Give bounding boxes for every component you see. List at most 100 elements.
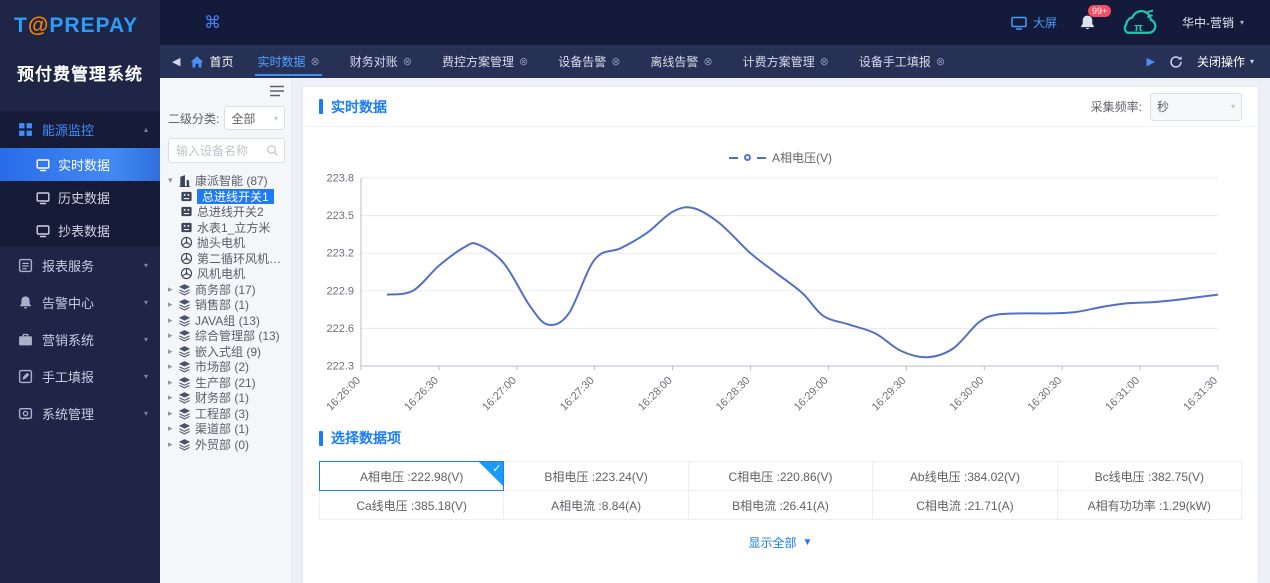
tree-caret-right-icon[interactable]: ▸ [168,315,178,326]
tab-close-icon[interactable]: ⊗ [519,55,528,68]
sidebar-item-5[interactable]: 系统管理▾ [0,395,160,432]
collapse-list-icon[interactable] [269,85,285,97]
sidebar-item-1[interactable]: 报表服务▾ [0,247,160,284]
data-item-cell[interactable]: A相有功功率 :1.29(kW) [1057,490,1242,520]
tree-caret-right-icon[interactable]: ▸ [168,408,178,419]
tab-close-icon[interactable]: ⊗ [936,55,945,68]
tab-close-icon[interactable]: ⊗ [611,55,620,68]
tree-caret-right-icon[interactable]: ▸ [168,284,178,295]
tab-6[interactable]: 设备手工填报 ⊗ [859,45,945,78]
tree-node-6[interactable]: 风机电机 [168,266,285,282]
command-icon[interactable]: ⌘ [204,13,221,33]
meter-icon [180,205,193,218]
tree-node-label: 风机电机 [197,266,245,282]
tabbar-right: ▶ 关闭操作 ▾ [1147,53,1270,70]
chevron-down-icon: ▾ [144,335,148,344]
chevron-down-icon: ▾ [274,114,278,123]
tree-node-4[interactable]: 抛头电机 [168,235,285,251]
tree-caret-right-icon[interactable]: ▸ [168,377,178,388]
sidebar-subitem-0[interactable]: 实时数据 [0,148,160,181]
data-item-cell[interactable]: Ca线电压 :385.18(V) [319,490,504,520]
data-item-cell[interactable]: B相电流 :26.41(A) [688,490,873,520]
tab-close-icon[interactable]: ⊗ [703,55,712,68]
tree-node-5[interactable]: 第二循环风机电机 [168,251,285,267]
chevron-down-icon: ▾ [144,261,148,270]
tree-node-1[interactable]: 总进线开关1 [168,189,285,205]
tab-5[interactable]: 计费方案管理⊗ [743,45,829,78]
category-filter-select[interactable]: 全部 ▾ [224,106,285,130]
tab-1[interactable]: 财务对账⊗ [350,45,412,78]
data-item-cell[interactable]: C相电流 :21.71(A) [872,490,1057,520]
sidebar-subitem-1[interactable]: 历史数据 [0,181,160,214]
tree-node-2[interactable]: 总进线开关2 [168,204,285,220]
sidebar-item-0[interactable]: 能源监控▴ [0,111,160,148]
tab-4[interactable]: 离线告警⊗ [650,45,712,78]
data-item-cell[interactable]: Ab线电压 :384.02(V) [872,461,1057,491]
chevron-down-icon: ▾ [144,372,148,381]
data-item-label: C相电流 :21.71(A) [916,497,1013,514]
tab-close-icon[interactable]: ⊗ [403,55,412,68]
tree-caret-right-icon[interactable]: ▸ [168,299,178,310]
chart-legend[interactable]: A相电压(V) [303,149,1258,166]
notifications-button[interactable]: 99+ [1079,14,1096,32]
data-item-label: A相有功功率 :1.29(kW) [1088,497,1211,514]
show-all-button[interactable]: 显示全部 ▼ [303,534,1258,551]
tree-node-17[interactable]: ▸外贸部 (0) [168,437,285,453]
tree-caret-right-icon[interactable]: ▸ [168,439,178,450]
tree-node-label: 抛头电机 [197,235,245,251]
series-line [387,207,1218,357]
data-item-cell[interactable]: B相电压 :223.24(V) [503,461,688,491]
tree-caret-down-icon[interactable]: ▾ [168,175,178,186]
data-item-cell[interactable]: A相电流 :8.84(A) [503,490,688,520]
data-item-cell[interactable]: A相电压 :222.98(V)✓ [319,461,504,491]
frequency-select[interactable]: 秒 ▾ [1150,93,1242,121]
sidebar-group: 告警中心▾ [0,284,160,321]
data-item-cell[interactable]: C相电压 :220.86(V) [688,461,873,491]
tree-node-15[interactable]: ▸工程部 (3) [168,406,285,422]
logo-text: T [14,14,28,37]
tree-node-7[interactable]: ▸商务部 (17) [168,282,285,298]
tree-caret-right-icon[interactable]: ▸ [168,423,178,434]
tabs-back-icon[interactable]: ◀ [172,55,180,68]
chevron-down-icon: ▾ [144,409,148,418]
tree-node-16[interactable]: ▸渠道部 (1) [168,421,285,437]
line-chart[interactable]: 223.8223.5223.2222.9222.6222.316:26:0016… [303,166,1258,421]
tab-close-icon[interactable]: ⊗ [311,55,320,68]
x-axis-tick-label: 16:30:00 [948,375,987,414]
tree-node-10[interactable]: ▸综合管理部 (13) [168,328,285,344]
tab-label: 设备手工填报 [859,53,931,70]
tree-caret-right-icon[interactable]: ▸ [168,330,178,341]
tab-close-icon[interactable]: ⊗ [820,55,829,68]
tree-node-13[interactable]: ▸生产部 (21) [168,375,285,391]
data-item-row: A相电压 :222.98(V)✓B相电压 :223.24(V)C相电压 :220… [319,461,1242,491]
logo-at-icon: @ [28,14,49,37]
sidebar-item-3[interactable]: 营销系统▾ [0,321,160,358]
refresh-icon[interactable] [1169,55,1183,69]
sidebar-item-2[interactable]: 告警中心▾ [0,284,160,321]
tree-node-9[interactable]: ▸JAVA组 (13) [168,313,285,329]
tab-2[interactable]: 费控方案管理⊗ [442,45,528,78]
tree-node-11[interactable]: ▸嵌入式组 (9) [168,344,285,360]
tree-caret-right-icon[interactable]: ▸ [168,361,178,372]
tree-node-12[interactable]: ▸市场部 (2) [168,359,285,375]
chevron-down-icon: ▼ [803,537,813,548]
x-axis-tick-label: 16:29:00 [792,375,831,414]
tree-node-8[interactable]: ▸销售部 (1) [168,297,285,313]
home-tab[interactable]: 首页 [190,53,233,70]
tree-caret-right-icon[interactable]: ▸ [168,392,178,403]
tree-node-3[interactable]: 水表1_立方米 [168,220,285,236]
tab-3[interactable]: 设备告警⊗ [558,45,620,78]
cloud-iot-logo-icon[interactable]: π [1118,7,1160,39]
sidebar-item-4[interactable]: 手工填报▾ [0,358,160,395]
user-menu[interactable]: 华中-营销 ▾ [1182,14,1244,31]
data-item-cell[interactable]: Bc线电压 :382.75(V) [1057,461,1242,491]
tree-node-14[interactable]: ▸财务部 (1) [168,390,285,406]
legend-line-icon [757,157,766,159]
tabs-forward-icon[interactable]: ▶ [1147,55,1155,68]
tree-node-0[interactable]: ▾康派智能 (87) [168,173,285,189]
big-screen-button[interactable]: 大屏 [1011,14,1057,31]
tab-0[interactable]: 实时数据⊗ [257,45,319,78]
tree-caret-right-icon[interactable]: ▸ [168,346,178,357]
close-operations-dropdown[interactable]: 关闭操作 ▾ [1197,53,1254,70]
sidebar-subitem-2[interactable]: 抄表数据 [0,214,160,247]
